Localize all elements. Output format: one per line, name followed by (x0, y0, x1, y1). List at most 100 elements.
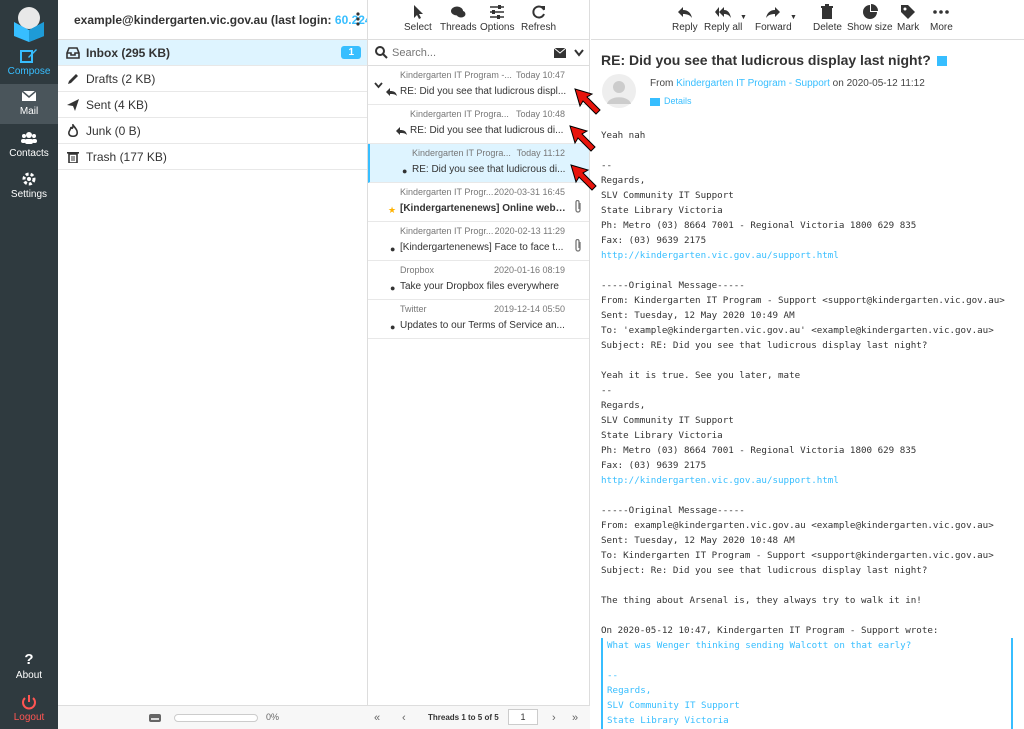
search-bar (368, 40, 589, 66)
unread-dot-icon[interactable]: ● (390, 244, 395, 254)
folder-item[interactable]: Sent (4 KB) (58, 92, 367, 118)
forward-button[interactable]: Forward (755, 4, 792, 33)
body-line[interactable]: http://kindergarten.vic.gov.au/support.h… (601, 248, 1005, 263)
contacts-icon (21, 132, 37, 144)
reply-button[interactable]: Reply (672, 4, 698, 33)
unread-dot-icon[interactable]: ● (390, 322, 395, 332)
body-line: To: Kindergarten IT Program - Support <s… (601, 550, 994, 561)
message-date: Today 10:48 (515, 109, 565, 119)
options-button[interactable]: Options (480, 4, 514, 33)
roundcube-logo-icon (14, 7, 44, 42)
message-sender: Kindergarten IT Progra... (412, 148, 511, 158)
body-line[interactable]: http://kindergarten.vic.gov.au/support.h… (601, 473, 1005, 488)
settings-button[interactable]: Settings (0, 167, 58, 207)
unread-dot-icon[interactable]: ● (402, 166, 407, 176)
next-page-icon[interactable]: › (552, 712, 556, 724)
prev-page-icon[interactable]: ‹ (402, 712, 406, 724)
thread-collapse-icon[interactable] (374, 82, 383, 89)
body-line: SLV Community IT Support (601, 415, 734, 426)
avatar (602, 74, 636, 108)
show-size-button[interactable]: Show size (847, 4, 893, 33)
mail-button[interactable]: Mail (0, 84, 58, 124)
body-line: Yeah nah (601, 130, 646, 141)
inbox-icon (66, 47, 80, 59)
message-body: Yeah nah -- Regards, SLV Community IT Suppo… (601, 128, 1005, 638)
more-button[interactable]: More (930, 4, 953, 33)
message-date: 2020-03-31 16:45 (493, 187, 565, 197)
message-row[interactable]: ● Kindergarten IT Progr... 2020-02-13 11:2… (368, 222, 589, 261)
unread-count-badge: 1 (341, 46, 361, 59)
replied-icon (396, 127, 407, 135)
body-line: -----Original Message----- (601, 505, 745, 516)
mark-label: Mark (897, 22, 920, 33)
folder-label: Sent (4 KB) (86, 98, 149, 112)
mark-button[interactable]: Mark (897, 4, 919, 33)
details-envelope-icon (650, 97, 660, 106)
message-subject-line: [Kindergartenenews] Face to face t... (400, 242, 564, 253)
body-line: On 2020-05-12 10:47, Kindergarten IT Pro… (601, 625, 939, 636)
forward-dropdown-icon[interactable]: ▼ (790, 14, 797, 21)
contacts-button[interactable]: Contacts (0, 126, 58, 166)
reply-all-button[interactable]: Reply all (704, 4, 742, 33)
gear-icon (22, 172, 36, 186)
trash-icon (67, 152, 79, 163)
folder-item[interactable]: Trash (177 KB) (58, 144, 367, 170)
threads-button[interactable]: Threads (440, 4, 477, 33)
logout-button[interactable]: Logout (0, 690, 58, 729)
select-button[interactable]: Select (404, 4, 432, 33)
delete-label: Delete (813, 22, 842, 33)
folder-item[interactable]: Drafts (2 KB) (58, 66, 367, 92)
last-login-ip[interactable]: 60.224.129.25... (335, 13, 367, 27)
details-link[interactable]: Details (650, 96, 692, 106)
body-line: State Library Victoria (601, 430, 723, 441)
search-input[interactable] (392, 44, 542, 62)
message-date: Today 11:12 (516, 148, 565, 158)
body-line: The thing about Arsenal is, they always … (601, 595, 922, 606)
about-button[interactable]: ? About (0, 648, 58, 688)
sliders-icon (490, 5, 505, 19)
pencil-icon (68, 74, 78, 84)
account-menu-icon[interactable] (355, 11, 361, 27)
envelope-filter-icon[interactable] (554, 48, 566, 58)
first-page-icon[interactable]: « (374, 712, 380, 724)
message-row[interactable]: ● Dropbox 2020-01-16 08:19 Take your Dropbo… (368, 261, 589, 300)
forward-label: Forward (755, 22, 792, 33)
flagged-star-icon[interactable]: ★ (388, 205, 396, 216)
message-row[interactable]: Kindergarten IT Program -... Today 10:47 R… (368, 66, 589, 105)
replied-icon (386, 88, 397, 96)
body-line: From: example@kindergarten.vic.gov.au <e… (601, 520, 994, 531)
delete-button[interactable]: Delete (813, 4, 842, 33)
account-header: example@kindergarten.vic.gov.au (last lo… (58, 0, 367, 40)
sender-link[interactable]: Kindergarten IT Program - Support (676, 78, 830, 89)
compose-button[interactable]: Compose (0, 44, 58, 84)
pie-chart-icon (862, 4, 878, 19)
page-number-input[interactable]: 1 (508, 709, 538, 725)
message-row[interactable]: ★ Kindergarten IT Progr... 2020-03-31 16:4… (368, 183, 589, 222)
folder-label: Trash (177 KB) (86, 150, 167, 164)
body-line: Yeah it is true. See you later, mate (601, 370, 801, 381)
message-date: 2019-12-14 05:50 (493, 304, 565, 314)
folder-item[interactable]: Inbox (295 KB) 1 (58, 40, 367, 66)
message-row[interactable]: ● Twitter 2019-12-14 05:50 Updates to our T… (368, 300, 589, 339)
logout-label: Logout (13, 712, 45, 723)
forward-icon (766, 7, 781, 18)
message-list: Kindergarten IT Program -... Today 10:47 R… (368, 66, 589, 339)
show-size-label: Show size (847, 22, 893, 33)
chevron-down-icon[interactable] (574, 49, 584, 57)
reply-all-dropdown-icon[interactable]: ▼ (740, 14, 747, 21)
message-sender: Kindergarten IT Progra... (410, 109, 509, 119)
message-row[interactable]: Kindergarten IT Progra... Today 10:48 RE: … (368, 105, 589, 144)
message-subject-line: [Kindergartenenews] Online webin... (400, 203, 567, 214)
refresh-button[interactable]: Refresh (521, 4, 556, 33)
message-row[interactable]: ● Kindergarten IT Progra... Today 11:12 RE:… (368, 144, 589, 183)
body-line (601, 488, 1005, 503)
open-in-new-window-icon[interactable] (936, 56, 947, 67)
folder-label: Drafts (2 KB) (86, 72, 156, 86)
unread-dot-icon[interactable]: ● (390, 283, 395, 293)
message-date: Today 10:47 (515, 70, 565, 80)
message-subject-line: RE: Did you see that ludicrous di... (412, 164, 566, 175)
message-date: 2020-02-13 11:29 (494, 226, 565, 236)
folder-item[interactable]: Junk (0 B) (58, 118, 367, 144)
message-subject-line: RE: Did you see that ludicrous displ... (400, 86, 567, 97)
last-page-icon[interactable]: » (572, 712, 578, 724)
